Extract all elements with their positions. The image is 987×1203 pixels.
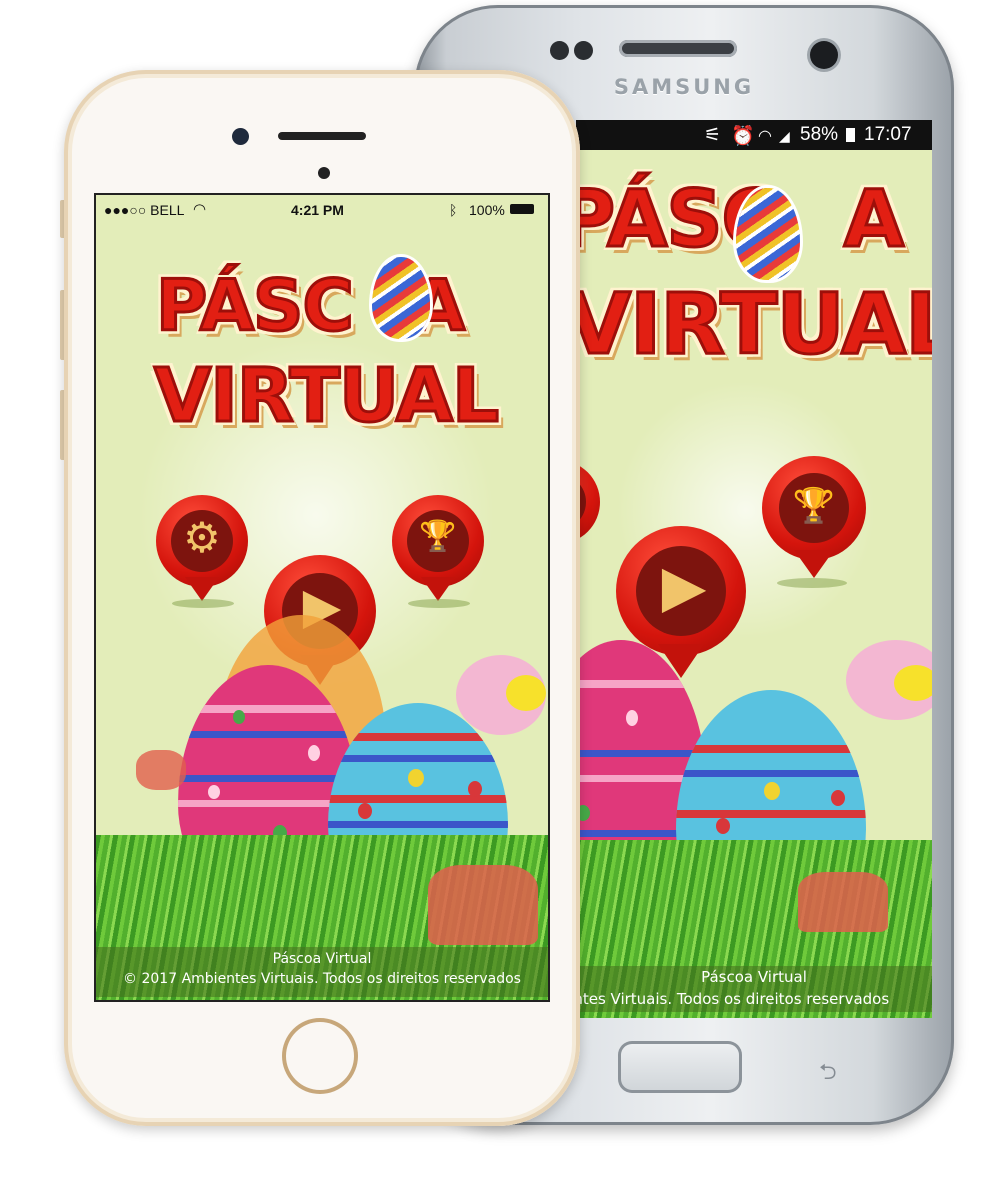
- proximity-sensor: [550, 41, 569, 60]
- clock: 17:07: [864, 124, 912, 145]
- signal-icon: ◢: [779, 128, 790, 144]
- game-title-line2: VIRTUAL: [152, 352, 500, 441]
- wifi-icon: ◠: [193, 201, 207, 218]
- app-footer: Páscoa Virtual © 2017 Ambientes Virtuais…: [576, 966, 932, 1012]
- trophy-icon: 🏆: [792, 487, 836, 525]
- wifi-icon: ◠: [758, 128, 772, 145]
- leaderboard-button[interactable]: 🏆: [759, 456, 869, 596]
- footer-copyright: © 2017 Ambientes Virtuais. Todos os dire…: [576, 990, 890, 1008]
- game-title-line2: VIRTUAL: [576, 274, 932, 375]
- battery-percent: 58%: [800, 124, 839, 145]
- coral-plant: [428, 865, 538, 945]
- front-sensor: [318, 167, 330, 179]
- trophy-icon: 🏆: [419, 520, 457, 553]
- coral-plant: [136, 750, 186, 790]
- flower-center: [894, 665, 932, 701]
- earpiece-speaker: [619, 40, 737, 57]
- settings-button[interactable]: [576, 460, 616, 600]
- home-button[interactable]: [282, 1018, 358, 1094]
- front-camera: [232, 128, 249, 145]
- battery-icon: [510, 204, 534, 214]
- leaderboard-button[interactable]: 🏆: [392, 495, 488, 615]
- samsung-screen: ⚟ ⏰ ◠ ◢ 58% 17:07 PÁSC A VIRTUAL 🏆 ▶ Pás…: [576, 120, 932, 1018]
- settings-button[interactable]: ⚙: [156, 495, 252, 615]
- alarm-icon: ⏰: [731, 126, 755, 147]
- light-sensor: [574, 41, 593, 60]
- home-button[interactable]: [618, 1041, 742, 1093]
- flower-center: [506, 675, 546, 711]
- carrier: ●●●○○ BELL: [104, 202, 185, 218]
- battery-icon: [846, 128, 855, 142]
- footer-copyright: © 2017 Ambientes Virtuais. Todos os dire…: [123, 971, 521, 987]
- battery-percent: 100%: [469, 202, 505, 218]
- mute-icon: ⚟: [704, 125, 722, 146]
- earpiece-speaker: [278, 132, 366, 140]
- status-bar: ⚟ ⏰ ◠ ◢ 58% 17:07: [576, 120, 932, 150]
- footer-title: Páscoa Virtual: [272, 951, 372, 967]
- app-footer: Páscoa Virtual © 2017 Ambientes Virtuais…: [96, 947, 548, 997]
- back-icon[interactable]: ⮌: [819, 1055, 837, 1093]
- front-camera: [810, 41, 838, 69]
- coral-plant: [798, 872, 888, 932]
- iphone-screen: ●●●○○ BELL ◠ 4:21 PM ᛒ 100% PÁSC A VIRTUA…: [96, 195, 548, 1000]
- settings-icon: ⚙: [183, 514, 221, 561]
- play-icon: ▶: [661, 554, 707, 619]
- footer-title: Páscoa Virtual: [701, 968, 807, 986]
- clock: 4:21 PM: [291, 202, 344, 218]
- bluetooth-icon: ᛒ: [449, 202, 458, 218]
- status-bar: ●●●○○ BELL ◠ 4:21 PM ᛒ 100%: [96, 195, 548, 223]
